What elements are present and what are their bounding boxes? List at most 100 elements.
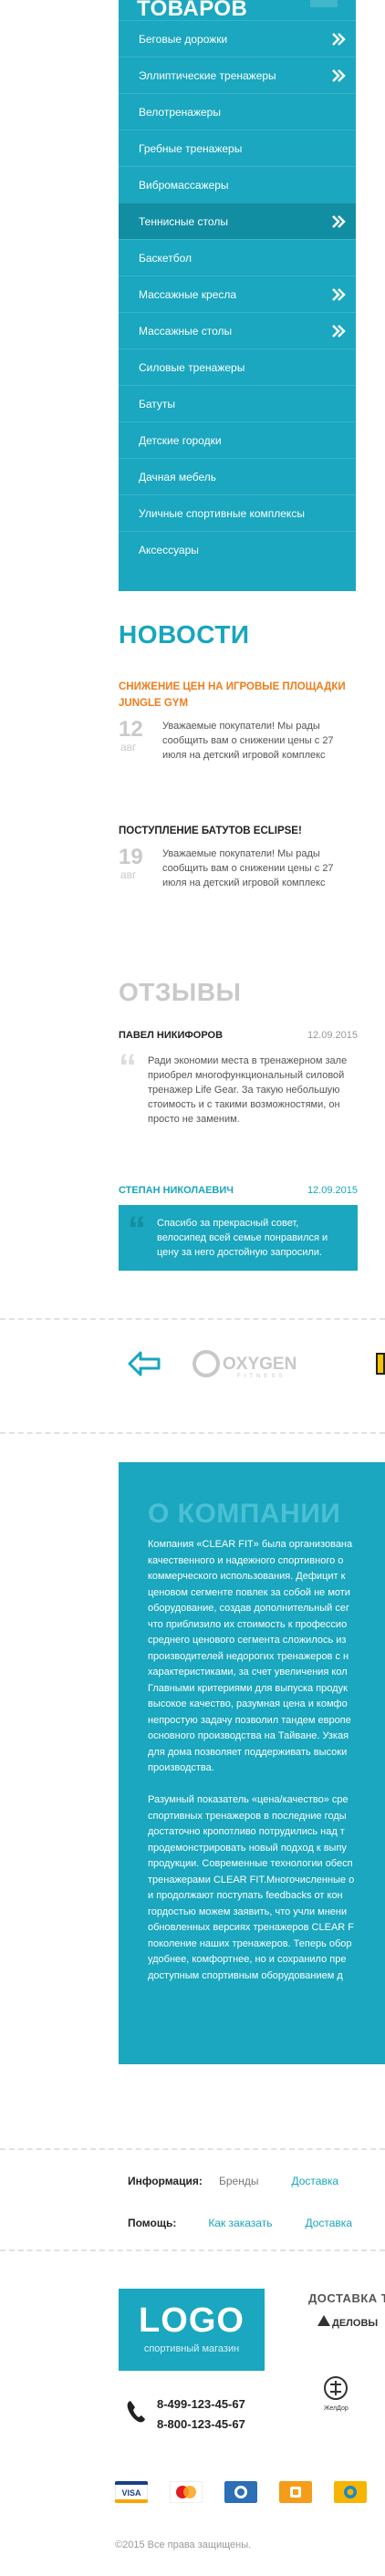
- about-paragraph: Разумный показатель «цена/качество» сре с…: [148, 1792, 385, 1984]
- catalog-item[interactable]: Вибромассажеры: [119, 166, 356, 203]
- news-month: авг: [120, 741, 137, 753]
- about-line: продемонстрировать новый подход к выпу: [148, 1842, 347, 1854]
- review-date: 12.09.2015: [307, 1030, 358, 1041]
- about-line: основного производства на Тайване. Узкая: [148, 1730, 349, 1741]
- news-item[interactable]: ПОСТУПЛЕНИЕ БАТУТОВ ECLIPSE! 19 авг Уваж…: [119, 823, 358, 890]
- arrow-left-icon[interactable]: [128, 1351, 161, 1376]
- about-line: производителей недорогих тренажеров с н: [148, 1650, 349, 1662]
- zheldor-logo[interactable]: ЖелДор: [319, 2373, 356, 2414]
- quote-icon: “: [119, 1047, 137, 1087]
- review-author: ПАВЕЛ НИКИФОРОВ: [119, 1030, 224, 1041]
- link-brands[interactable]: Бренды: [219, 2175, 258, 2187]
- catalog-item-label: Дачная мебель: [139, 470, 216, 483]
- about-line: достаточно кропотливо потрудились над т: [148, 1826, 345, 1837]
- about-line: удобнее, комфортнее, но и сохранило пре: [148, 1954, 347, 1965]
- double-chevron-right-icon[interactable]: [330, 68, 347, 84]
- about-line: высокое качество, разумная цена и комфо: [148, 1698, 348, 1709]
- about-section: О КОМПАНИИ Компания «CLEAR FIT» была орг…: [119, 1462, 385, 2064]
- catalog-item-label: Силовые тренажеры: [139, 360, 245, 374]
- catalog-item[interactable]: Силовые тренажеры: [119, 348, 356, 385]
- link-how-to-order[interactable]: Как заказать: [208, 2217, 272, 2229]
- qiwi-icon: [334, 2481, 367, 2503]
- delovye-linii-logo[interactable]: ДЕЛОВЫ: [315, 2297, 385, 2335]
- catalog-item-label: Беговые дорожки: [139, 32, 228, 46]
- divider: [0, 1432, 385, 1434]
- news-day: 12: [119, 717, 143, 742]
- catalog-item-label: Детские городки: [139, 433, 222, 447]
- double-chevron-right-icon[interactable]: [330, 213, 347, 230]
- about-line: доступным спортивным оборудованием д: [148, 1969, 343, 1981]
- news-item[interactable]: СНИЖЕНИЕ ЦЕН НА ИГРОВЫЕ ПЛОЩАДКИ JUNGLE …: [119, 679, 358, 763]
- review-author: СТЕПАН НИКОЛАЕВИЧ: [119, 1185, 234, 1196]
- catalog-item[interactable]: Дачная мебель: [119, 458, 356, 494]
- divider: [0, 2249, 385, 2251]
- about-line: гордостью можем заявить, что учли мнени: [148, 1906, 348, 1917]
- double-chevron-right-icon[interactable]: [330, 323, 347, 339]
- news-day: 19: [119, 845, 143, 869]
- catalog-item-label: Эллиптические тренажеры: [139, 68, 276, 82]
- double-chevron-right-icon[interactable]: [330, 31, 347, 47]
- about-line: производства.: [148, 1762, 214, 1773]
- visa-icon: VISA: [115, 2481, 148, 2503]
- catalog-item-label: Теннисные столы: [139, 214, 228, 228]
- about-line: спортивных тренажеров в последние годы: [148, 1810, 347, 1822]
- catalog-item[interactable]: Гребные тренажеры: [119, 130, 356, 166]
- about-line: оборудование, создав дополнительный сег: [148, 1603, 349, 1614]
- catalog-item[interactable]: Беговые дорожки: [119, 20, 356, 57]
- brand-logo-partial[interactable]: [376, 1353, 385, 1375]
- about-text: Компания «CLEAR FIT» была организована ка…: [148, 1537, 385, 1984]
- news-headline[interactable]: СНИЖЕНИЕ ЦЕН НА ИГРОВЫЕ ПЛОЩАДКИ JUNGLE …: [119, 679, 358, 712]
- about-line: непростую задачу позволил тандем европе: [148, 1714, 351, 1726]
- catalog-item[interactable]: Батуты: [119, 385, 356, 421]
- about-line: Главными критериями для выпуска продук: [148, 1682, 348, 1694]
- payment-label: VISA: [121, 2488, 141, 2498]
- brands-carousel: OXYGEN FITNESS: [0, 1318, 385, 1400]
- review-item: ПАВЕЛ НИКИФОРОВ 12.09.2015 “ Ради эконом…: [119, 1028, 358, 1127]
- phone-number[interactable]: 8-499-123-45-67: [157, 2394, 245, 2415]
- phone-block: 8-499-123-45-67 8-800-123-45-67: [126, 2394, 245, 2435]
- phone-icon: [127, 2401, 145, 2423]
- quote-icon: “: [128, 1210, 146, 1250]
- oxygen-brand-logo[interactable]: OXYGEN FITNESS: [192, 1347, 319, 1380]
- catalog-item[interactable]: Велотренажеры: [119, 93, 356, 130]
- oxygen-brand-name: OXYGEN: [223, 1355, 297, 1374]
- catalog-item-label: Массажные столы: [139, 324, 233, 338]
- catalog-item-label: Аксессуары: [139, 543, 199, 556]
- catalog-item[interactable]: Массажные кресла: [119, 275, 356, 312]
- delivery-logo2-text: ЖелДор: [324, 2405, 349, 2412]
- phone-number[interactable]: 8-800-123-45-67: [157, 2415, 245, 2435]
- delivery-logo1-text: ДЕЛОВЫ: [332, 2318, 378, 2329]
- catalog-item[interactable]: Баскетбол: [119, 239, 356, 275]
- double-chevron-right-icon[interactable]: [330, 286, 347, 303]
- catalog-item-label: Вибромассажеры: [139, 178, 229, 192]
- info-nav: Информация: Бренды Доставка: [128, 2175, 385, 2187]
- catalog-item-label: Батуты: [139, 397, 176, 410]
- payment-methods: VISA: [109, 2481, 385, 2508]
- about-line: поколение наших тренажеров. Теперь обор: [148, 1937, 352, 1949]
- catalog-item[interactable]: Массажные столы: [119, 312, 356, 348]
- news-date: 12 авг: [119, 719, 162, 763]
- news-text: Уважаемые покупатели! Мы рады сообщить в…: [162, 848, 334, 888]
- review-item: СТЕПАН НИКОЛАЕВИЧ 12.09.2015 “ Спасибо з…: [119, 1183, 358, 1271]
- logo-text: LOGO: [139, 2301, 245, 2340]
- review-text: Спасибо за прекрасный совет, велосипед в…: [157, 1218, 328, 1258]
- catalog-item[interactable]: Теннисные столы: [119, 203, 356, 239]
- catalog-item[interactable]: Аксессуары: [119, 531, 356, 567]
- site-logo[interactable]: LOGO спортивный магазин: [119, 2289, 265, 2371]
- link-delivery[interactable]: Доставка: [291, 2175, 338, 2187]
- reviews-title: ОТЗЫВЫ: [119, 978, 242, 1006]
- info-label: Информация:: [128, 2175, 203, 2187]
- catalog-item-label: Гребные тренажеры: [139, 141, 243, 155]
- about-paragraph: Компания «CLEAR FIT» была организована ка…: [148, 1537, 385, 1777]
- about-line: тренажерами CLEAR FIT.Многочисленные о: [148, 1874, 355, 1885]
- about-line: характеристиками, за счет увеличения кол: [148, 1667, 348, 1678]
- link-delivery[interactable]: Доставка: [305, 2217, 352, 2229]
- catalog-item[interactable]: Детские городки: [119, 421, 356, 458]
- copyright: ©2015 Все права защищены.: [115, 2540, 252, 2550]
- news-headline[interactable]: ПОСТУПЛЕНИЕ БАТУТОВ ECLIPSE!: [119, 823, 358, 839]
- news-text: Уважаемые покупатели! Мы рады сообщить в…: [162, 721, 334, 761]
- catalog-item[interactable]: Эллиптические тренажеры: [119, 57, 356, 93]
- news-date: 19 авг: [119, 847, 162, 890]
- catalog-item[interactable]: Уличные спортивные комплексы: [119, 494, 356, 531]
- about-line: и продолжают поступать feedbacks от кон: [148, 1890, 343, 1901]
